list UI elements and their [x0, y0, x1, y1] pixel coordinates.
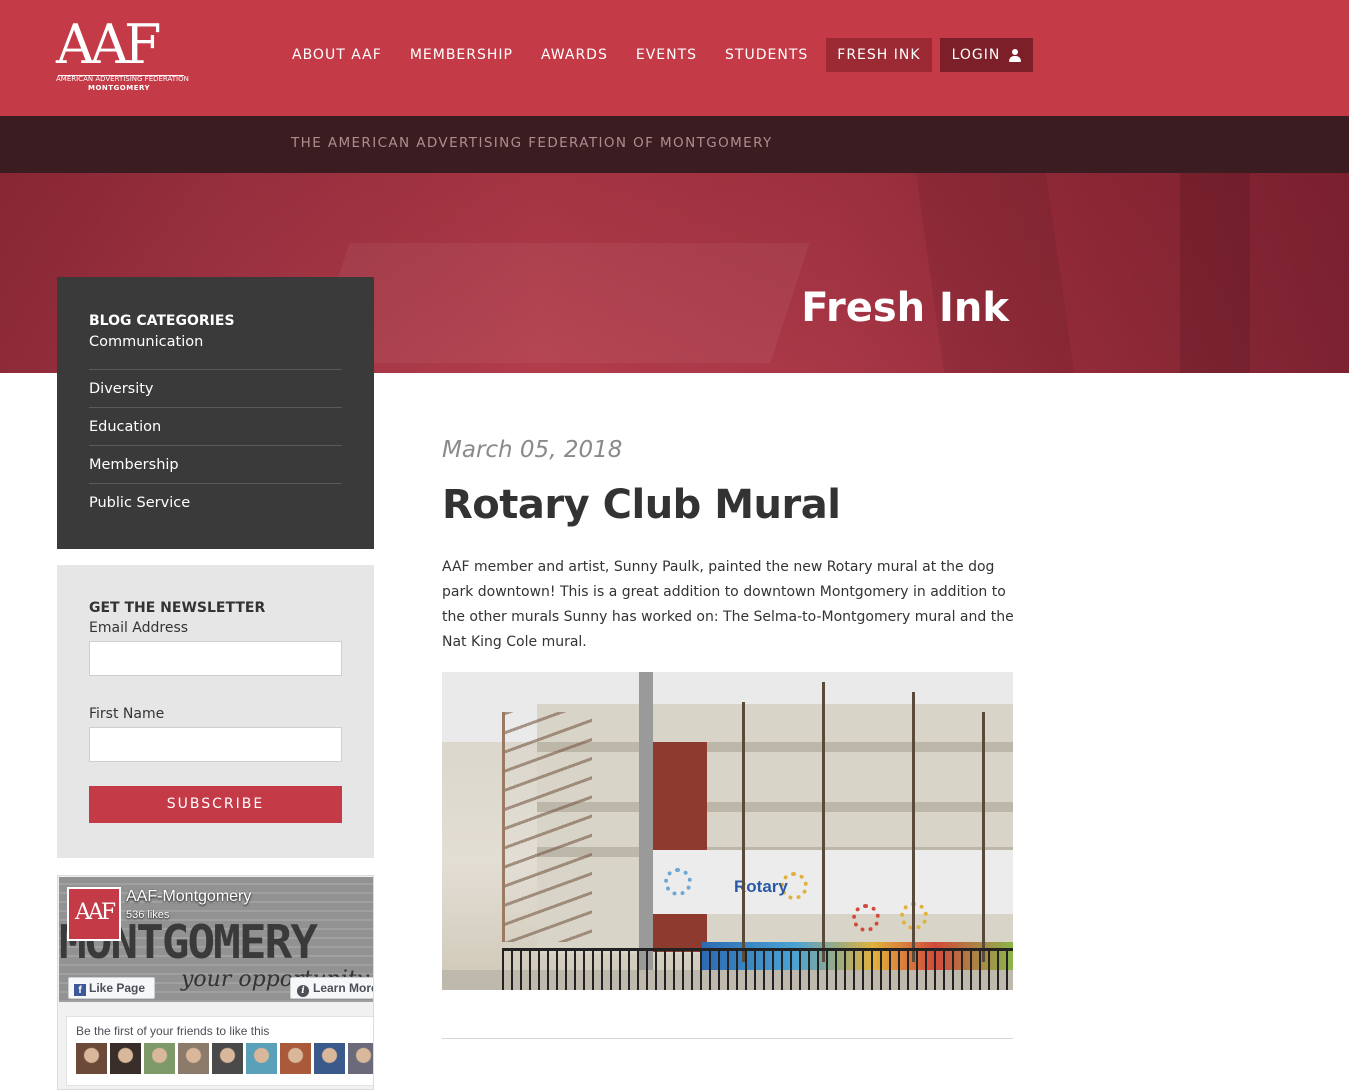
post-title[interactable]: Rotary Club Mural	[442, 482, 841, 528]
photo-stairwell	[502, 712, 592, 942]
category-education[interactable]: Education	[89, 408, 342, 446]
nav-fresh-ink[interactable]: FRESH INK	[826, 38, 932, 72]
first-name-field[interactable]	[89, 727, 342, 762]
logo-mark: AAF	[56, 13, 161, 76]
category-diversity[interactable]: Diversity	[89, 370, 342, 408]
logo-city: MONTGOMERY	[88, 84, 151, 92]
hero-texture	[914, 173, 1076, 373]
photo-garage-ledge	[537, 742, 1013, 752]
login-button[interactable]: LOGIN	[939, 38, 1034, 72]
hero-texture	[310, 243, 810, 363]
friend-avatar[interactable]	[246, 1043, 277, 1074]
photo-fence	[502, 948, 1013, 990]
post-body: AAF member and artist, Sunny Paulk, pain…	[442, 559, 1014, 650]
facebook-icon: f	[74, 984, 86, 996]
main-nav: ABOUT AAF MEMBERSHIP AWARDS EVENTS STUDE…	[278, 38, 1034, 72]
category-communication[interactable]: Communication	[89, 332, 342, 370]
info-icon: i	[297, 985, 309, 997]
facebook-page-widget: MONTGOMERY your opportunity AAF AAF-Mont…	[57, 875, 374, 1090]
nav-awards[interactable]: AWARDS	[527, 38, 622, 72]
subscribe-button[interactable]: SUBSCRIBE	[89, 786, 342, 823]
photo-tree	[912, 692, 915, 962]
like-page-button[interactable]: f Like Page	[68, 977, 155, 999]
site-tagline: THE AMERICAN ADVERTISING FEDERATION OF M…	[291, 135, 773, 151]
facebook-like-count: 536 likes	[126, 909, 170, 921]
user-icon	[1009, 48, 1022, 62]
blog-categories-panel: BLOG CATEGORIES Communication Diversity …	[57, 277, 374, 549]
facebook-friends-panel: Be the first of your friends to like thi…	[66, 1016, 373, 1086]
photo-lamp-pole	[639, 672, 653, 990]
nav-events[interactable]: EVENTS	[622, 38, 711, 72]
photo-mural-gear	[852, 904, 880, 932]
friend-avatar[interactable]	[110, 1043, 141, 1074]
login-label: LOGIN	[951, 47, 1001, 63]
photo-mural-band	[652, 850, 1013, 914]
email-field[interactable]	[89, 641, 342, 676]
first-name-label: First Name	[89, 706, 165, 722]
friend-avatars	[76, 1043, 373, 1074]
facebook-avatar[interactable]: AAF	[67, 887, 121, 941]
tagline-bar: THE AMERICAN ADVERTISING FEDERATION OF M…	[0, 116, 1349, 173]
friend-avatar[interactable]	[280, 1043, 311, 1074]
aaf-logo[interactable]: AAF AMERICAN ADVERTISING FEDERATION MONT…	[56, 13, 189, 96]
friend-avatar[interactable]	[348, 1043, 373, 1074]
photo-tree	[742, 702, 745, 962]
friend-avatar[interactable]	[178, 1043, 209, 1074]
facebook-page-name[interactable]: AAF-Montgomery	[126, 888, 251, 906]
logo-subtitle: AMERICAN ADVERTISING FEDERATION	[56, 75, 189, 83]
facebook-cover-photo[interactable]: MONTGOMERY your opportunity AAF AAF-Mont…	[59, 877, 374, 1002]
like-page-label: Like Page	[89, 981, 146, 995]
post-date: March 05, 2018	[442, 437, 623, 463]
photo-tree	[982, 712, 985, 962]
page-title: Fresh Ink	[801, 285, 1009, 331]
nav-membership[interactable]: MEMBERSHIP	[396, 38, 527, 72]
friends-like-text: Be the first of your friends to like thi…	[76, 1024, 270, 1038]
newsletter-panel: GET THE NEWSLETTER Email Address First N…	[57, 565, 374, 858]
category-membership[interactable]: Membership	[89, 446, 342, 484]
email-label: Email Address	[89, 620, 189, 636]
photo-garage-ledge	[537, 802, 1013, 812]
learn-more-button[interactable]: i Learn More	[290, 977, 374, 999]
post-photo: Rotary	[442, 672, 1013, 990]
nav-students[interactable]: STUDENTS	[711, 38, 822, 72]
category-list: Communication Diversity Education Member…	[89, 332, 342, 522]
photo-mural-gear	[664, 868, 692, 896]
post-divider	[442, 1038, 1013, 1039]
blog-categories-heading: BLOG CATEGORIES	[89, 313, 235, 329]
nav-about[interactable]: ABOUT AAF	[278, 38, 396, 72]
site-header: AAF AMERICAN ADVERTISING FEDERATION MONT…	[0, 0, 1349, 116]
friend-avatar[interactable]	[144, 1043, 175, 1074]
friend-avatar[interactable]	[314, 1043, 345, 1074]
friend-avatar[interactable]	[212, 1043, 243, 1074]
category-public-service[interactable]: Public Service	[89, 484, 342, 522]
photo-brick-column	[652, 742, 707, 952]
hero-texture	[1180, 173, 1250, 373]
photo-tree	[822, 682, 825, 962]
learn-more-label: Learn More	[313, 981, 374, 995]
friend-avatar[interactable]	[76, 1043, 107, 1074]
newsletter-heading: GET THE NEWSLETTER	[89, 600, 266, 616]
